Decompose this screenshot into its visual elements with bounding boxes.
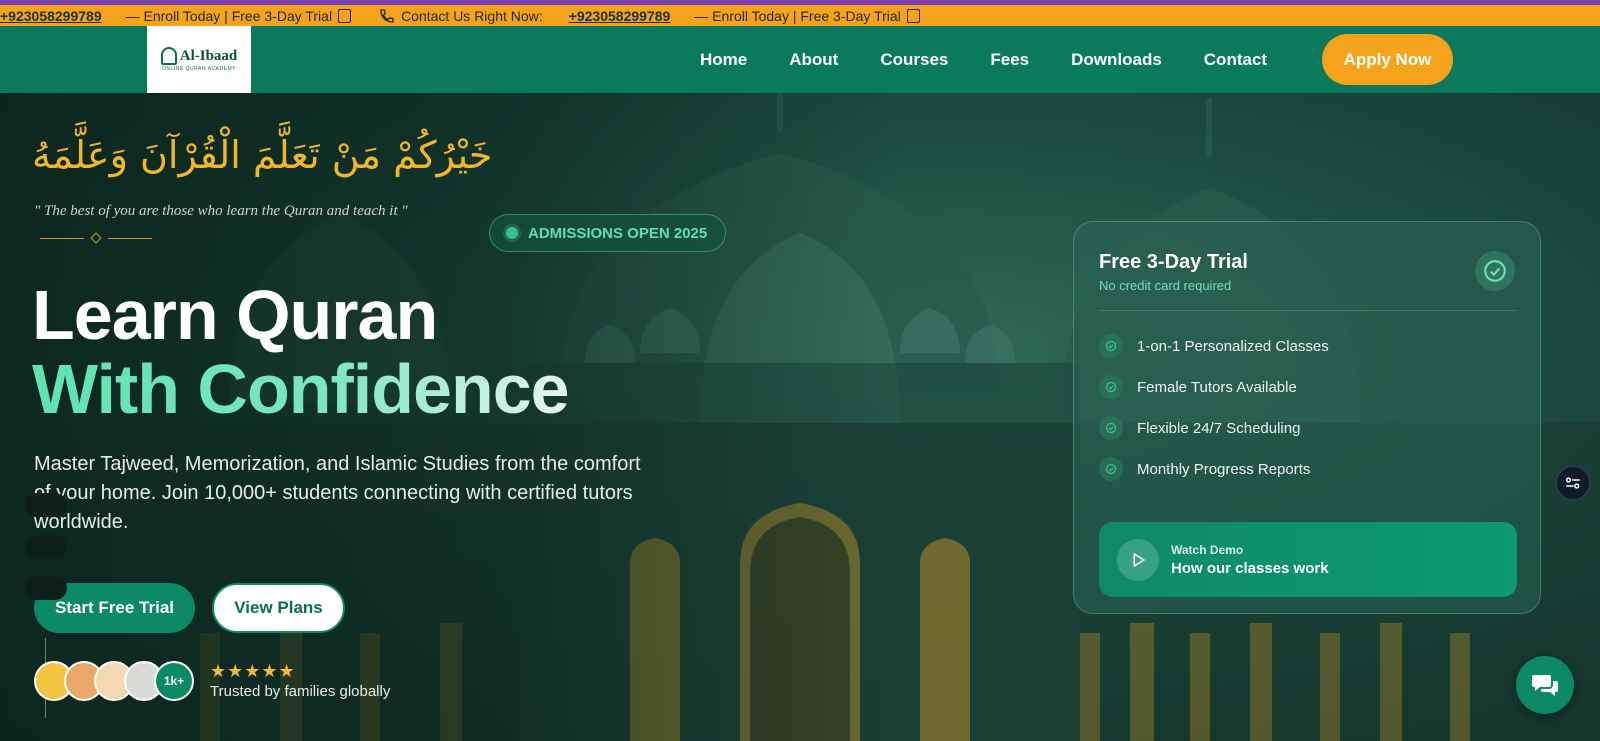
demo-label: Watch Demo xyxy=(1171,542,1244,557)
chat-bubbles-icon[interactable] xyxy=(1516,656,1574,714)
feature-item: 1-on-1 Personalized Classes xyxy=(1099,334,1329,358)
ticker-message-2: — Enroll Today | Free 3-Day Trial xyxy=(694,7,901,24)
play-icon xyxy=(1117,538,1159,581)
gift-icon xyxy=(906,8,920,23)
ticker-phone-link[interactable]: +923058299789 xyxy=(0,8,102,24)
logo-tagline: ONLINE QURAN ACADEMY xyxy=(162,66,236,72)
admissions-badge-label: ADMISSIONS OPEN 2025 xyxy=(528,224,708,242)
logo-name: Al-Ibaad xyxy=(179,47,238,64)
ornament-divider xyxy=(40,232,155,244)
feature-label: Flexible 24/7 Scheduling xyxy=(1137,419,1301,437)
nav-link-contact[interactable]: Contact xyxy=(1204,50,1267,70)
check-circle-icon xyxy=(1475,251,1515,291)
feature-item: Monthly Progress Reports xyxy=(1099,457,1310,481)
student-count-badge: 1k+ xyxy=(154,661,194,701)
nav-link-courses[interactable]: Courses xyxy=(880,50,948,70)
watch-demo-button[interactable]: Watch Demo How our classes work xyxy=(1099,522,1517,597)
hero-section: خَيْرُكُمْ مَنْ تَعَلَّمَ الْقُرْآنَ وَع… xyxy=(0,93,1600,741)
ticker-phone-link-2[interactable]: +923058299789 xyxy=(569,8,671,24)
view-plans-button[interactable]: View Plans xyxy=(212,583,345,633)
check-icon xyxy=(1099,416,1123,440)
nav-link-downloads[interactable]: Downloads xyxy=(1071,50,1162,70)
student-avatars: 1k+ xyxy=(34,661,194,701)
ticker-contact-label: Contact Us Right Now: xyxy=(401,7,543,24)
main-navbar: Al-Ibaad ONLINE QURAN ACADEMY Home About… xyxy=(0,26,1600,93)
arabic-verse: خَيْرُكُمْ مَنْ تَعَلَّمَ الْقُرْآنَ وَع… xyxy=(32,133,493,177)
free-trial-card: Free 3-Day Trial No credit card required… xyxy=(1073,221,1541,614)
site-logo[interactable]: Al-Ibaad ONLINE QURAN ACADEMY xyxy=(147,26,251,93)
nav-link-home[interactable]: Home xyxy=(700,50,747,70)
feature-label: 1-on-1 Personalized Classes xyxy=(1137,337,1329,355)
card-subtitle: No credit card required xyxy=(1099,278,1232,293)
admissions-badge: ADMISSIONS OPEN 2025 xyxy=(489,214,727,252)
hero-heading-line1: Learn Quran xyxy=(32,276,438,354)
check-icon xyxy=(1099,457,1123,481)
phone-icon xyxy=(380,8,394,23)
trusted-text: Trusted by families globally xyxy=(210,683,391,700)
check-icon xyxy=(1099,375,1123,399)
apply-now-button[interactable]: Apply Now xyxy=(1322,34,1453,85)
feature-item: Female Tutors Available xyxy=(1099,375,1297,399)
gift-icon xyxy=(338,8,352,23)
hero-heading-line2: With Confidence xyxy=(32,350,570,428)
demo-title: How our classes work xyxy=(1171,559,1329,577)
ticker-contact: Contact Us Right Now: xyxy=(379,8,543,24)
feature-item: Flexible 24/7 Scheduling xyxy=(1099,416,1300,440)
feature-label: Monthly Progress Reports xyxy=(1137,460,1311,478)
card-divider xyxy=(1099,310,1517,311)
nav-link-fees[interactable]: Fees xyxy=(990,50,1029,70)
floating-control[interactable] xyxy=(25,535,67,559)
status-dot-icon xyxy=(506,227,518,239)
nav-links: Home About Courses Fees Downloads Contac… xyxy=(700,26,1309,93)
check-icon xyxy=(1099,334,1123,358)
logo-mark-icon xyxy=(160,47,177,65)
rating-stars: ★★★★★ xyxy=(210,661,296,681)
accessibility-settings-icon[interactable] xyxy=(1555,465,1591,501)
announcement-ticker: +923058299789 — Enroll Today | Free 3-Da… xyxy=(0,5,1600,26)
nav-link-about[interactable]: About xyxy=(789,50,838,70)
floating-control[interactable] xyxy=(25,576,67,600)
card-title: Free 3-Day Trial xyxy=(1099,251,1248,273)
feature-label: Female Tutors Available xyxy=(1137,378,1297,396)
verse-translation: " The best of you are those who learn th… xyxy=(34,203,408,219)
floating-control[interactable] xyxy=(25,493,67,517)
ticker-message: — Enroll Today | Free 3-Day Trial xyxy=(125,7,333,24)
hero-description: Master Tajweed, Memorization, and Islami… xyxy=(34,453,641,533)
